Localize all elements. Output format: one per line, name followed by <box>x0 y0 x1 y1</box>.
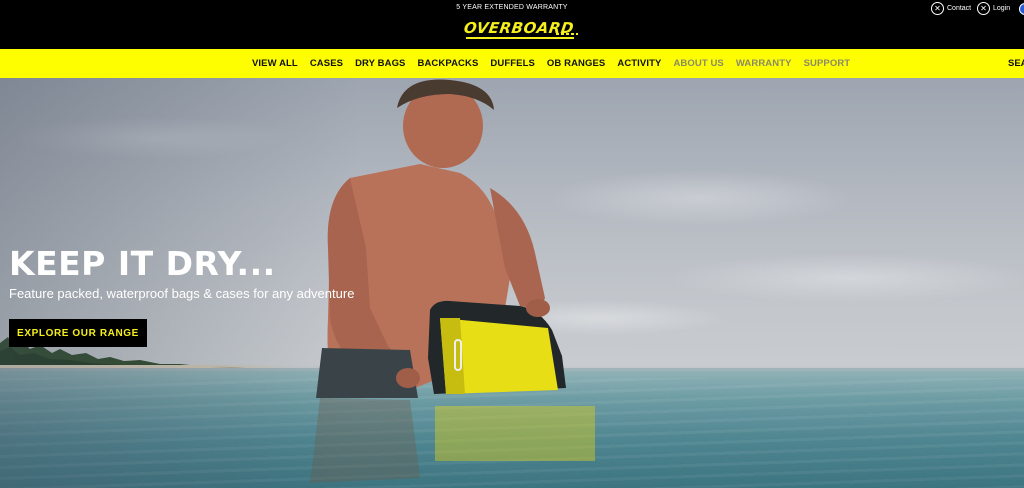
nav-item-warranty[interactable]: WARRANTY <box>730 58 798 69</box>
nav-item-cases[interactable]: CASES <box>304 58 349 69</box>
hero-headline: KEEP IT DRY... <box>9 244 276 283</box>
nav-item-about-us[interactable]: ABOUT US <box>667 58 729 69</box>
nav-items: VIEW ALL CASES DRY BAGS BACKPACKS DUFFELS OB … <box>246 49 856 78</box>
explore-range-button[interactable]: EXPLORE OUR RANGE <box>9 319 147 347</box>
nav-item-ob-ranges[interactable]: OB RANGES <box>541 58 611 69</box>
contact-label: Contact <box>947 5 972 12</box>
main-nav: VIEW ALL CASES DRY BAGS BACKPACKS DUFFELS OB … <box>0 49 1024 78</box>
login-label: Login <box>993 5 1011 12</box>
man-with-dry-bag-image <box>310 79 595 483</box>
contact-link[interactable]: ✕ Contact <box>931 2 971 15</box>
login-link[interactable]: ✕ Login <box>977 2 1010 15</box>
nav-item-view-all[interactable]: VIEW ALL <box>246 58 304 69</box>
logo-wordmark: OVERBOARD <box>462 19 576 37</box>
overboard-logo[interactable]: OVERBOARD <box>462 18 580 40</box>
nav-item-support[interactable]: SUPPORT <box>798 58 857 69</box>
nav-item-dry-bags[interactable]: DRY BAGS <box>349 58 411 69</box>
login-icon: ✕ <box>977 2 990 15</box>
nav-item-activity[interactable]: ACTIVITY <box>611 58 667 69</box>
logo-tagline-mark <box>556 33 578 35</box>
nav-search[interactable]: SEA <box>1008 49 1024 78</box>
hero-subheadline: Feature packed, waterproof bags & cases … <box>9 286 355 301</box>
cart-icon[interactable] <box>1019 3 1024 15</box>
hero-banner: KEEP IT DRY... Feature packed, waterproo… <box>0 78 1024 488</box>
nav-item-duffels[interactable]: DUFFELS <box>484 58 541 69</box>
logo-underline <box>466 37 574 39</box>
announcement-text[interactable]: 5 YEAR EXTENDED WARRANTY <box>0 4 1024 11</box>
nav-item-backpacks[interactable]: BACKPACKS <box>412 58 485 69</box>
top-header: 5 YEAR EXTENDED WARRANTY OVERBOARD ✕ Con… <box>0 0 1024 49</box>
contact-icon: ✕ <box>931 2 944 15</box>
